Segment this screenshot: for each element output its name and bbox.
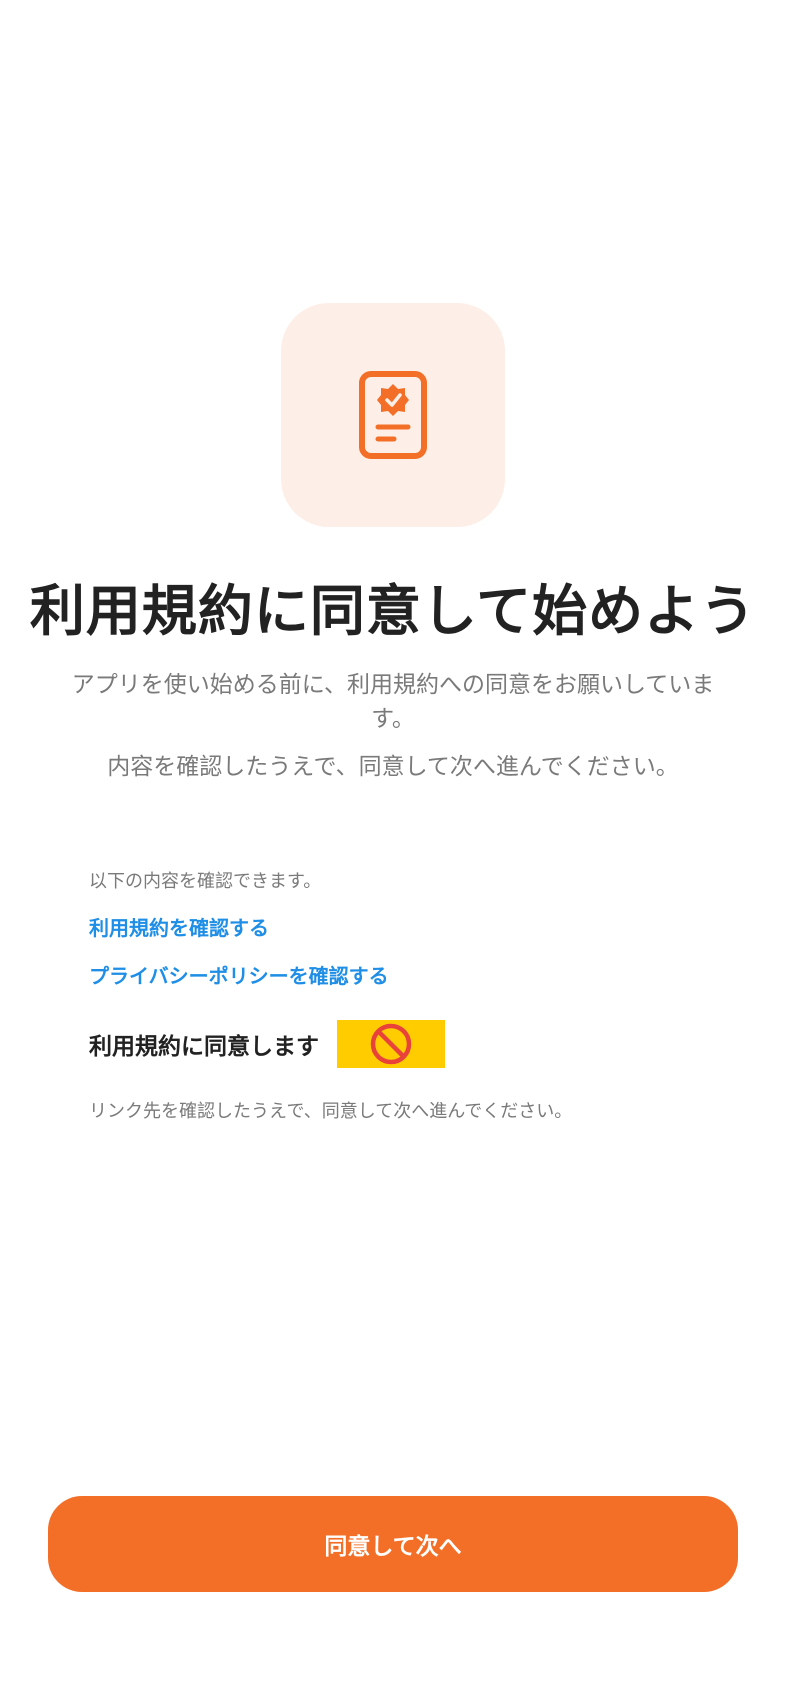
- links-section: 以下の内容を確認できます。 利用規約を確認する プライバシーポリシーを確認する …: [89, 868, 729, 1126]
- document-badge-check-icon: [359, 371, 427, 459]
- page-subtitle: アプリを使い始める前に、利用規約への同意をお願いしています。: [71, 672, 715, 732]
- agreement-note: リンク先を確認したうえで、同意して次へ進んでください。: [89, 1101, 573, 1122]
- privacy-policy-link[interactable]: プライバシーポリシーを確認する: [89, 962, 729, 990]
- app-icon-tile: [281, 303, 505, 527]
- links-intro-text: 以下の内容を確認できます。: [89, 871, 322, 892]
- agreement-label: 利用規約に同意します: [89, 1034, 319, 1060]
- prohibited-icon: [370, 1023, 412, 1065]
- agreement-row: 利用規約に同意します: [89, 1020, 729, 1068]
- agree-next-button[interactable]: 同意して次へ: [48, 1496, 738, 1592]
- agreement-toggle[interactable]: [337, 1020, 445, 1068]
- page-subtitle-secondary: 内容を確認したうえで、同意して次へ進んでください。: [107, 754, 679, 780]
- page-title: 利用規約に同意して始めよう: [29, 579, 757, 643]
- terms-link[interactable]: 利用規約を確認する: [89, 914, 729, 942]
